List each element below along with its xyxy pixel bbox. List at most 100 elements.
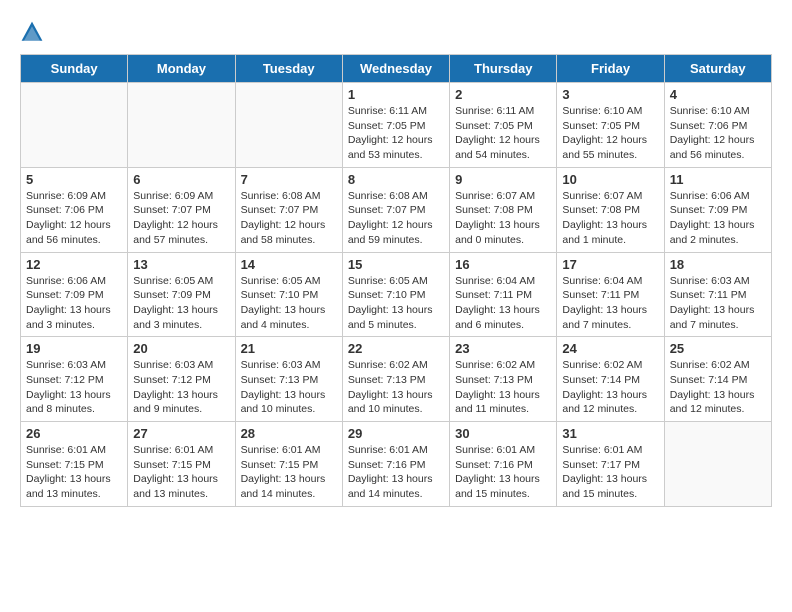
- calendar-cell: 17Sunrise: 6:04 AM Sunset: 7:11 PM Dayli…: [557, 252, 664, 337]
- day-number: 10: [562, 172, 658, 187]
- day-info: Sunrise: 6:01 AM Sunset: 7:16 PM Dayligh…: [455, 443, 551, 502]
- day-info: Sunrise: 6:02 AM Sunset: 7:13 PM Dayligh…: [455, 358, 551, 417]
- day-number: 15: [348, 257, 444, 272]
- calendar-cell: 18 Sunrise: 6:03 AM Sunset: 7:11 PM Dayli…: [664, 252, 771, 337]
- calendar-cell: 22 Sunrise: 6:02 AM Sunset: 7:13 PM Dayli…: [342, 337, 449, 422]
- day-number: 18: [670, 257, 766, 272]
- day-number: 28: [241, 426, 337, 441]
- day-number: 16: [455, 257, 551, 272]
- calendar-cell: 4Sunrise: 6:10 AM Sunset: 7:06 PM Daylig…: [664, 83, 771, 168]
- day-info: Sunrise: 6:01 AM Sunset: 7:15 PM Dayligh…: [241, 443, 337, 502]
- logo-icon: [20, 20, 44, 44]
- day-info: Sunrise: 6:01 AM Sunset: 7:15 PM Dayligh…: [133, 443, 229, 502]
- day-info: Sunrise: 6:03 AM Sunset: 7:13 PM Dayligh…: [241, 358, 337, 417]
- week-row-2: 5 Sunrise: 6:09 AM Sunset: 7:06 PM Daylig…: [21, 167, 772, 252]
- day-number: 17: [562, 257, 658, 272]
- day-info: Sunrise: 6:02 AM Sunset: 7:13 PM Dayligh…: [348, 358, 444, 417]
- day-info: Sunrise: 6:04 AM Sunset: 7:11 PM Dayligh…: [455, 274, 551, 333]
- day-number: 2: [455, 87, 551, 102]
- day-number: 14: [241, 257, 337, 272]
- day-number: 31: [562, 426, 658, 441]
- day-info: Sunrise: 6:09 AM Sunset: 7:07 PM Dayligh…: [133, 189, 229, 248]
- day-header-monday: Monday: [128, 55, 235, 83]
- day-info: Sunrise: 6:03 AM Sunset: 7:12 PM Dayligh…: [26, 358, 122, 417]
- calendar-cell: 23Sunrise: 6:02 AM Sunset: 7:13 PM Dayli…: [450, 337, 557, 422]
- day-number: 27: [133, 426, 229, 441]
- calendar-cell: 9 Sunrise: 6:07 AM Sunset: 7:08 PM Daylig…: [450, 167, 557, 252]
- day-number: 21: [241, 341, 337, 356]
- day-info: Sunrise: 6:03 AM Sunset: 7:11 PM Dayligh…: [670, 274, 766, 333]
- day-info: Sunrise: 6:01 AM Sunset: 7:15 PM Dayligh…: [26, 443, 122, 502]
- calendar-cell: 30 Sunrise: 6:01 AM Sunset: 7:16 PM Dayli…: [450, 422, 557, 507]
- day-info: Sunrise: 6:06 AM Sunset: 7:09 PM Dayligh…: [26, 274, 122, 333]
- day-info: Sunrise: 6:02 AM Sunset: 7:14 PM Dayligh…: [562, 358, 658, 417]
- logo: [20, 20, 48, 44]
- calendar-cell: 7 Sunrise: 6:08 AM Sunset: 7:07 PM Daylig…: [235, 167, 342, 252]
- calendar-cell: 29 Sunrise: 6:01 AM Sunset: 7:16 PM Dayli…: [342, 422, 449, 507]
- day-info: Sunrise: 6:11 AM Sunset: 7:05 PM Dayligh…: [348, 104, 444, 163]
- day-header-sunday: Sunday: [21, 55, 128, 83]
- day-number: 20: [133, 341, 229, 356]
- days-header-row: SundayMondayTuesdayWednesdayThursdayFrid…: [21, 55, 772, 83]
- week-row-5: 26 Sunrise: 6:01 AM Sunset: 7:15 PM Dayli…: [21, 422, 772, 507]
- calendar-cell: 1 Sunrise: 6:11 AM Sunset: 7:05 PM Daylig…: [342, 83, 449, 168]
- calendar-cell: [235, 83, 342, 168]
- day-info: Sunrise: 6:08 AM Sunset: 7:07 PM Dayligh…: [348, 189, 444, 248]
- calendar-cell: [128, 83, 235, 168]
- day-number: 22: [348, 341, 444, 356]
- day-info: Sunrise: 6:05 AM Sunset: 7:09 PM Dayligh…: [133, 274, 229, 333]
- calendar-cell: 10 Sunrise: 6:07 AM Sunset: 7:08 PM Dayli…: [557, 167, 664, 252]
- day-number: 11: [670, 172, 766, 187]
- day-number: 30: [455, 426, 551, 441]
- day-header-thursday: Thursday: [450, 55, 557, 83]
- day-number: 29: [348, 426, 444, 441]
- day-info: Sunrise: 6:09 AM Sunset: 7:06 PM Dayligh…: [26, 189, 122, 248]
- day-number: 1: [348, 87, 444, 102]
- calendar-cell: 8Sunrise: 6:08 AM Sunset: 7:07 PM Daylig…: [342, 167, 449, 252]
- week-row-1: 1 Sunrise: 6:11 AM Sunset: 7:05 PM Daylig…: [21, 83, 772, 168]
- day-info: Sunrise: 6:07 AM Sunset: 7:08 PM Dayligh…: [562, 189, 658, 248]
- day-info: Sunrise: 6:08 AM Sunset: 7:07 PM Dayligh…: [241, 189, 337, 248]
- day-info: Sunrise: 6:10 AM Sunset: 7:06 PM Dayligh…: [670, 104, 766, 163]
- day-info: Sunrise: 6:01 AM Sunset: 7:16 PM Dayligh…: [348, 443, 444, 502]
- calendar-cell: 31 Sunrise: 6:01 AM Sunset: 7:17 PM Dayli…: [557, 422, 664, 507]
- day-info: Sunrise: 6:05 AM Sunset: 7:10 PM Dayligh…: [241, 274, 337, 333]
- calendar-cell: 12 Sunrise: 6:06 AM Sunset: 7:09 PM Dayli…: [21, 252, 128, 337]
- day-info: Sunrise: 6:01 AM Sunset: 7:17 PM Dayligh…: [562, 443, 658, 502]
- day-number: 19: [26, 341, 122, 356]
- day-header-wednesday: Wednesday: [342, 55, 449, 83]
- day-header-saturday: Saturday: [664, 55, 771, 83]
- day-info: Sunrise: 6:10 AM Sunset: 7:05 PM Dayligh…: [562, 104, 658, 163]
- calendar-cell: 25Sunrise: 6:02 AM Sunset: 7:14 PM Dayli…: [664, 337, 771, 422]
- calendar-cell: [664, 422, 771, 507]
- week-row-3: 12 Sunrise: 6:06 AM Sunset: 7:09 PM Dayli…: [21, 252, 772, 337]
- calendar-cell: 14 Sunrise: 6:05 AM Sunset: 7:10 PM Dayli…: [235, 252, 342, 337]
- day-number: 5: [26, 172, 122, 187]
- day-header-friday: Friday: [557, 55, 664, 83]
- calendar-cell: 28 Sunrise: 6:01 AM Sunset: 7:15 PM Dayli…: [235, 422, 342, 507]
- calendar-cell: 2Sunrise: 6:11 AM Sunset: 7:05 PM Daylig…: [450, 83, 557, 168]
- calendar-cell: 19 Sunrise: 6:03 AM Sunset: 7:12 PM Dayli…: [21, 337, 128, 422]
- day-number: 12: [26, 257, 122, 272]
- week-row-4: 19 Sunrise: 6:03 AM Sunset: 7:12 PM Dayli…: [21, 337, 772, 422]
- calendar-cell: 3 Sunrise: 6:10 AM Sunset: 7:05 PM Daylig…: [557, 83, 664, 168]
- day-number: 9: [455, 172, 551, 187]
- day-number: 6: [133, 172, 229, 187]
- calendar-table: SundayMondayTuesdayWednesdayThursdayFrid…: [20, 54, 772, 507]
- calendar-cell: [21, 83, 128, 168]
- day-number: 26: [26, 426, 122, 441]
- calendar-cell: 26 Sunrise: 6:01 AM Sunset: 7:15 PM Dayli…: [21, 422, 128, 507]
- calendar-cell: 5 Sunrise: 6:09 AM Sunset: 7:06 PM Daylig…: [21, 167, 128, 252]
- calendar-cell: 13Sunrise: 6:05 AM Sunset: 7:09 PM Dayli…: [128, 252, 235, 337]
- calendar-cell: 11Sunrise: 6:06 AM Sunset: 7:09 PM Dayli…: [664, 167, 771, 252]
- day-number: 3: [562, 87, 658, 102]
- day-info: Sunrise: 6:05 AM Sunset: 7:10 PM Dayligh…: [348, 274, 444, 333]
- calendar-cell: 20 Sunrise: 6:03 AM Sunset: 7:12 PM Dayli…: [128, 337, 235, 422]
- calendar-cell: 24Sunrise: 6:02 AM Sunset: 7:14 PM Dayli…: [557, 337, 664, 422]
- day-header-tuesday: Tuesday: [235, 55, 342, 83]
- calendar-cell: 15 Sunrise: 6:05 AM Sunset: 7:10 PM Dayli…: [342, 252, 449, 337]
- page-header: [20, 20, 772, 44]
- day-info: Sunrise: 6:03 AM Sunset: 7:12 PM Dayligh…: [133, 358, 229, 417]
- day-number: 7: [241, 172, 337, 187]
- day-info: Sunrise: 6:07 AM Sunset: 7:08 PM Dayligh…: [455, 189, 551, 248]
